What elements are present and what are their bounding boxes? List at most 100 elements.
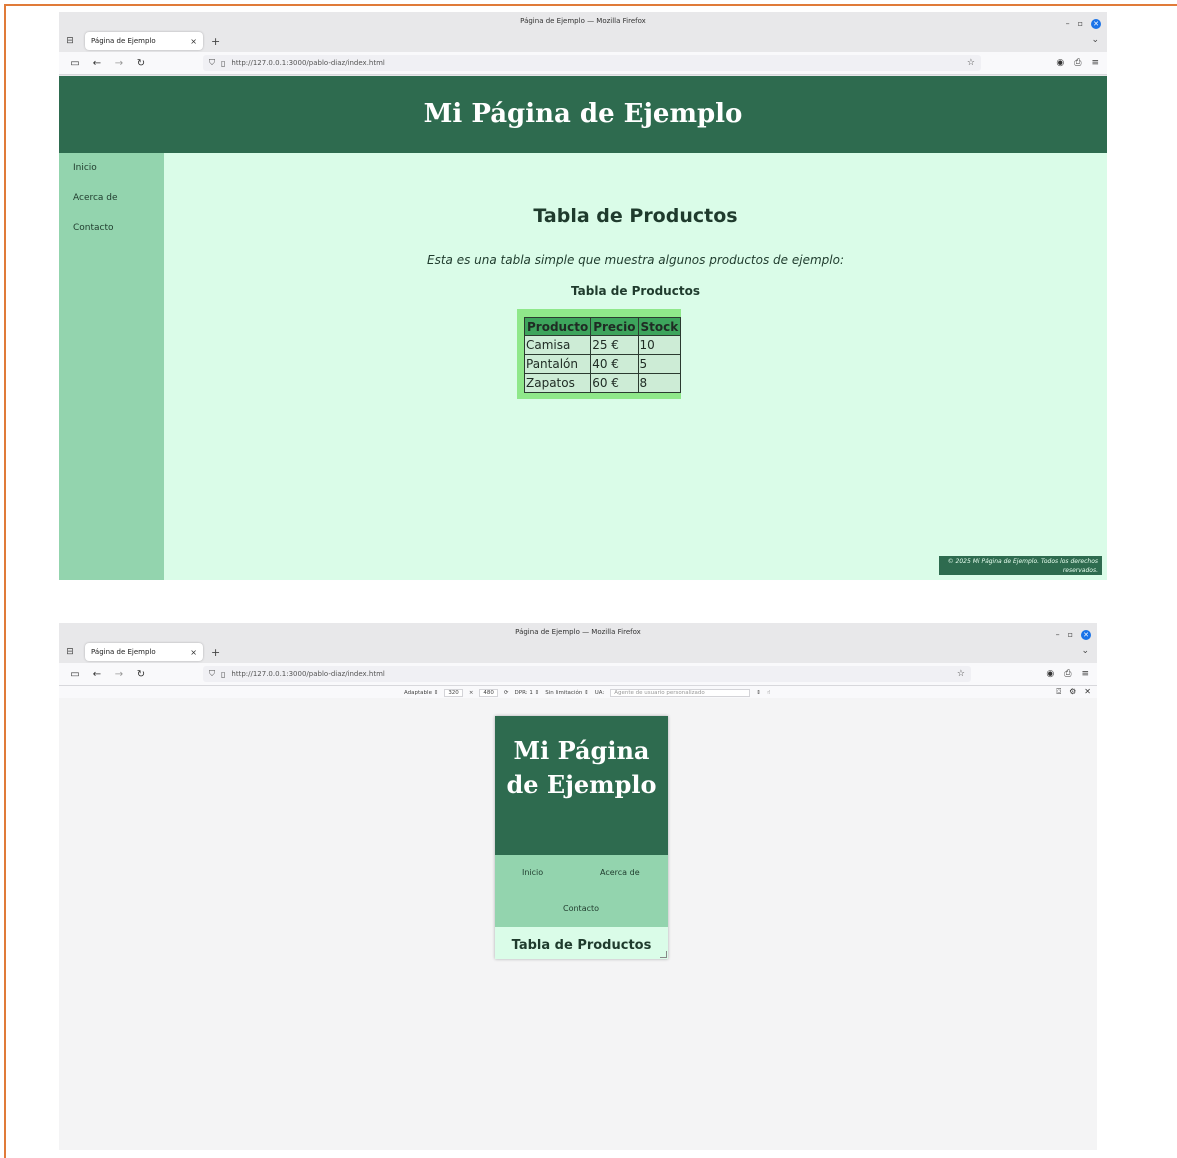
- device-label: Adaptable: [404, 690, 432, 696]
- table-caption: Tabla de Productos: [571, 284, 700, 298]
- tab-bar: ⊟ Página de Ejemplo × + ⌄: [59, 641, 1097, 663]
- dpr-label: DPR: 1: [514, 690, 533, 696]
- tab-pagina-de-ejemplo[interactable]: Página de Ejemplo ×: [85, 643, 203, 661]
- shield-icon[interactable]: ⛉: [209, 669, 215, 679]
- products-table: Producto Precio Stock Camisa 25 € 10 Pan…: [523, 317, 682, 393]
- page-content: Mi Página de Ejemplo Inicio Acerca de Co…: [59, 76, 1107, 580]
- window-title: Página de Ejemplo — Mozilla Firefox: [520, 17, 646, 25]
- table-cell: 25 €: [590, 335, 639, 355]
- url-text: http://127.0.0.1:3000/pablo-diaz/index.h…: [231, 59, 385, 67]
- close-responsive-icon[interactable]: ✕: [1084, 687, 1091, 697]
- table-container: Producto Precio Stock Camisa 25 € 10 Pan…: [517, 309, 682, 399]
- window-titlebar: Página de Ejemplo — Mozilla Firefox – ▫ …: [59, 623, 1097, 641]
- toolbar-right-icons: ◉ ⎙ ≡: [1046, 669, 1089, 679]
- new-tab-icon[interactable]: +: [211, 35, 220, 48]
- resize-handle[interactable]: [660, 951, 667, 958]
- settings-gear-icon[interactable]: ⚙: [1069, 687, 1076, 697]
- table-row: Camisa 25 € 10: [523, 335, 682, 355]
- reload-icon[interactable]: ↻: [135, 58, 147, 69]
- chevron-down-icon[interactable]: ⌄: [1081, 646, 1089, 656]
- mobile-section-title: Tabla de Productos: [511, 938, 652, 953]
- shield-icon[interactable]: ⛉: [209, 58, 215, 68]
- browser-window-responsive: Página de Ejemplo — Mozilla Firefox – ▫ …: [59, 623, 1097, 1150]
- close-window-icon[interactable]: ✕: [1091, 19, 1101, 29]
- mobile-viewport: Mi Página de Ejemplo Inicio Acerca de Co…: [495, 716, 668, 959]
- responsive-viewport-area: Mi Página de Ejemplo Inicio Acerca de Co…: [59, 698, 1097, 1150]
- table-cell: 10: [637, 335, 682, 355]
- table-cell: 5: [637, 354, 682, 374]
- back-icon[interactable]: ←: [91, 58, 103, 69]
- frame-top-border: [4, 4, 1177, 6]
- dpr-selector[interactable]: DPR: 1 ⇕: [515, 690, 540, 696]
- screenshot-icon[interactable]: ⌼: [1056, 687, 1061, 697]
- mobile-nav-inicio[interactable]: Inicio: [522, 868, 543, 877]
- table-cell: Zapatos: [523, 373, 592, 393]
- table-header-row: Producto Precio Stock: [523, 317, 682, 336]
- url-text: http://127.0.0.1:3000/pablo-diaz/index.h…: [231, 670, 385, 678]
- window-title: Página de Ejemplo — Mozilla Firefox: [515, 628, 641, 636]
- tab-bar: ⊟ Página de Ejemplo × + ⌄: [59, 30, 1107, 52]
- mobile-nav-acerca-de[interactable]: Acerca de: [600, 868, 640, 877]
- page-header: Mi Página de Ejemplo: [59, 76, 1107, 153]
- browser-window-desktop: Página de Ejemplo — Mozilla Firefox – ▫ …: [59, 12, 1107, 580]
- column-header: Producto: [523, 317, 592, 336]
- url-bar[interactable]: ⛉ ▯ http://127.0.0.1:3000/pablo-diaz/ind…: [203, 55, 981, 71]
- tab-pagina-de-ejemplo[interactable]: Página de Ejemplo ×: [85, 32, 203, 50]
- viewport-height-input[interactable]: 480: [479, 689, 498, 697]
- table-cell: 8: [637, 373, 682, 393]
- extensions-icon[interactable]: ⎙: [1074, 58, 1081, 68]
- sidebar-toggle-icon[interactable]: ▭: [69, 669, 81, 680]
- new-tab-icon[interactable]: +: [211, 646, 220, 659]
- reload-icon[interactable]: ↻: [135, 669, 147, 680]
- window-titlebar: Página de Ejemplo — Mozilla Firefox – ▫ …: [59, 12, 1107, 30]
- throttle-selector[interactable]: Sin limitación ⇕: [545, 690, 588, 696]
- bookmark-star-icon[interactable]: ☆: [957, 669, 965, 679]
- forward-icon[interactable]: →: [113, 669, 125, 680]
- page-footer: © 2025 Mi Página de Ejemplo. Todos los d…: [939, 556, 1102, 575]
- viewport-width-input[interactable]: 320: [444, 689, 463, 697]
- table-cell: Camisa: [523, 335, 592, 355]
- ua-toggle-icon[interactable]: ⇕: [756, 690, 761, 696]
- column-header: Stock: [637, 317, 682, 336]
- page-icon: ▯: [221, 58, 226, 68]
- touch-simulation-icon[interactable]: ☝: [767, 690, 770, 696]
- dimension-separator: ×: [468, 690, 474, 696]
- sidebar-item-acerca-de[interactable]: Acerca de: [73, 183, 164, 213]
- chevron-down-icon[interactable]: ⌄: [1091, 35, 1099, 45]
- bookmark-star-icon[interactable]: ☆: [967, 58, 975, 68]
- tab-title: Página de Ejemplo: [91, 37, 156, 45]
- mobile-nav-contacto[interactable]: Contacto: [563, 904, 599, 913]
- sidebar-item-inicio[interactable]: Inicio: [73, 153, 164, 183]
- extensions-icon[interactable]: ⎙: [1064, 669, 1071, 679]
- menu-icon[interactable]: ≡: [1091, 58, 1099, 68]
- device-selector[interactable]: Adaptable ⇕: [404, 690, 438, 696]
- tab-list-icon[interactable]: ⊟: [63, 647, 77, 657]
- forward-icon[interactable]: →: [113, 58, 125, 69]
- throttle-label: Sin limitación: [545, 690, 583, 696]
- frame-left-border: [4, 4, 6, 1158]
- close-tab-icon[interactable]: ×: [190, 648, 197, 657]
- column-header: Precio: [590, 317, 639, 336]
- account-icon[interactable]: ◉: [1056, 58, 1064, 68]
- responsive-right-icons: ⌼ ⚙ ✕: [1056, 687, 1091, 697]
- sidebar-toggle-icon[interactable]: ▭: [69, 58, 81, 69]
- user-agent-input[interactable]: Agente de usuario personalizado: [610, 689, 751, 697]
- page-icon: ▯: [221, 669, 226, 679]
- navigation-toolbar: ▭ ← → ↻ ⛉ ▯ http://127.0.0.1:3000/pablo-…: [59, 52, 1107, 75]
- back-icon[interactable]: ←: [91, 669, 103, 680]
- menu-icon[interactable]: ≡: [1081, 669, 1089, 679]
- account-icon[interactable]: ◉: [1046, 669, 1054, 679]
- sidebar: Inicio Acerca de Contacto: [59, 153, 164, 580]
- tab-title: Página de Ejemplo: [91, 648, 156, 656]
- close-window-icon[interactable]: ✕: [1081, 630, 1091, 640]
- rotate-icon[interactable]: ⟳: [504, 690, 509, 696]
- table-row: Zapatos 60 € 8: [523, 373, 682, 393]
- url-bar[interactable]: ⛉ ▯ http://127.0.0.1:3000/pablo-diaz/ind…: [203, 666, 971, 682]
- sidebar-item-contacto[interactable]: Contacto: [73, 213, 164, 243]
- mobile-nav: Inicio Acerca de Contacto: [495, 855, 668, 927]
- close-tab-icon[interactable]: ×: [190, 37, 197, 46]
- tab-list-icon[interactable]: ⊟: [63, 36, 77, 46]
- table-cell: Pantalón: [523, 354, 592, 374]
- responsive-controls: Adaptable ⇕ 320 × 480 ⟳ DPR: 1 ⇕ Sin lim…: [404, 689, 770, 697]
- section-description: Esta es una tabla simple que muestra alg…: [427, 253, 844, 267]
